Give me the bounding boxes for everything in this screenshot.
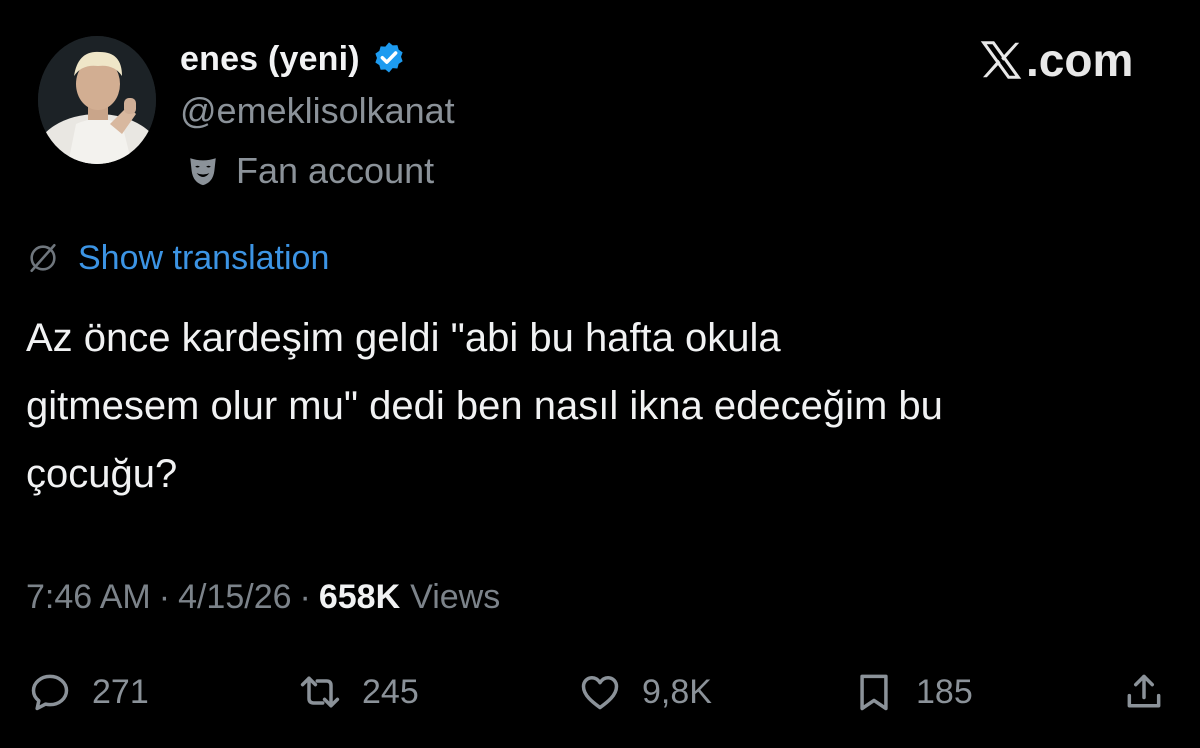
heart-icon bbox=[581, 675, 619, 710]
name-row: enes (yeni) bbox=[180, 36, 408, 82]
translate-globe-icon bbox=[30, 243, 56, 273]
tweet-card: enes (yeni) @emeklisolkanat Fan account … bbox=[0, 0, 1200, 748]
account-label: Fan account bbox=[180, 148, 434, 194]
avatar[interactable] bbox=[38, 36, 156, 164]
avatar-image bbox=[38, 36, 156, 164]
translation-row: Show translation bbox=[26, 236, 329, 280]
retweet-count: 245 bbox=[362, 672, 419, 711]
user-handle[interactable]: @emeklisolkanat bbox=[180, 90, 455, 132]
like-button[interactable]: 9,8K bbox=[578, 664, 712, 720]
tweet-time[interactable]: 7:46 AM bbox=[26, 578, 151, 617]
account-label-text: Fan account bbox=[236, 150, 435, 191]
action-bar: 271 245 9,8K 185 bbox=[0, 664, 1200, 720]
share-button[interactable] bbox=[1122, 664, 1166, 720]
reply-button[interactable]: 271 bbox=[28, 664, 149, 720]
bookmark-count: 185 bbox=[916, 672, 973, 711]
tweet-meta: 7:46 AM · 4/15/26 · 658K Views bbox=[26, 574, 500, 620]
reply-count: 271 bbox=[92, 672, 149, 711]
tweet-date[interactable]: 4/15/26 bbox=[178, 578, 291, 617]
reply-icon bbox=[31, 674, 69, 711]
retweet-button[interactable]: 245 bbox=[298, 664, 419, 720]
logo-text: .com bbox=[1026, 34, 1134, 86]
display-name[interactable]: enes (yeni) bbox=[180, 40, 360, 79]
x-logo-icon bbox=[980, 41, 1022, 79]
show-translation-link[interactable]: Show translation bbox=[78, 239, 329, 278]
views-label: Views bbox=[410, 577, 501, 616]
like-count: 9,8K bbox=[642, 672, 712, 711]
retweet-icon bbox=[300, 676, 340, 708]
tweet-text: Az önce kardeşim geldi "abi bu hafta oku… bbox=[26, 316, 943, 496]
bookmark-button[interactable]: 185 bbox=[852, 664, 973, 720]
separator: · bbox=[158, 577, 171, 616]
verified-badge-icon bbox=[375, 42, 403, 73]
views-count: 658K bbox=[318, 577, 401, 616]
bookmark-icon bbox=[860, 674, 888, 711]
theater-mask-icon bbox=[190, 158, 216, 186]
separator: · bbox=[299, 577, 311, 616]
x-logo: .com bbox=[978, 34, 1133, 86]
share-icon bbox=[1127, 674, 1161, 708]
